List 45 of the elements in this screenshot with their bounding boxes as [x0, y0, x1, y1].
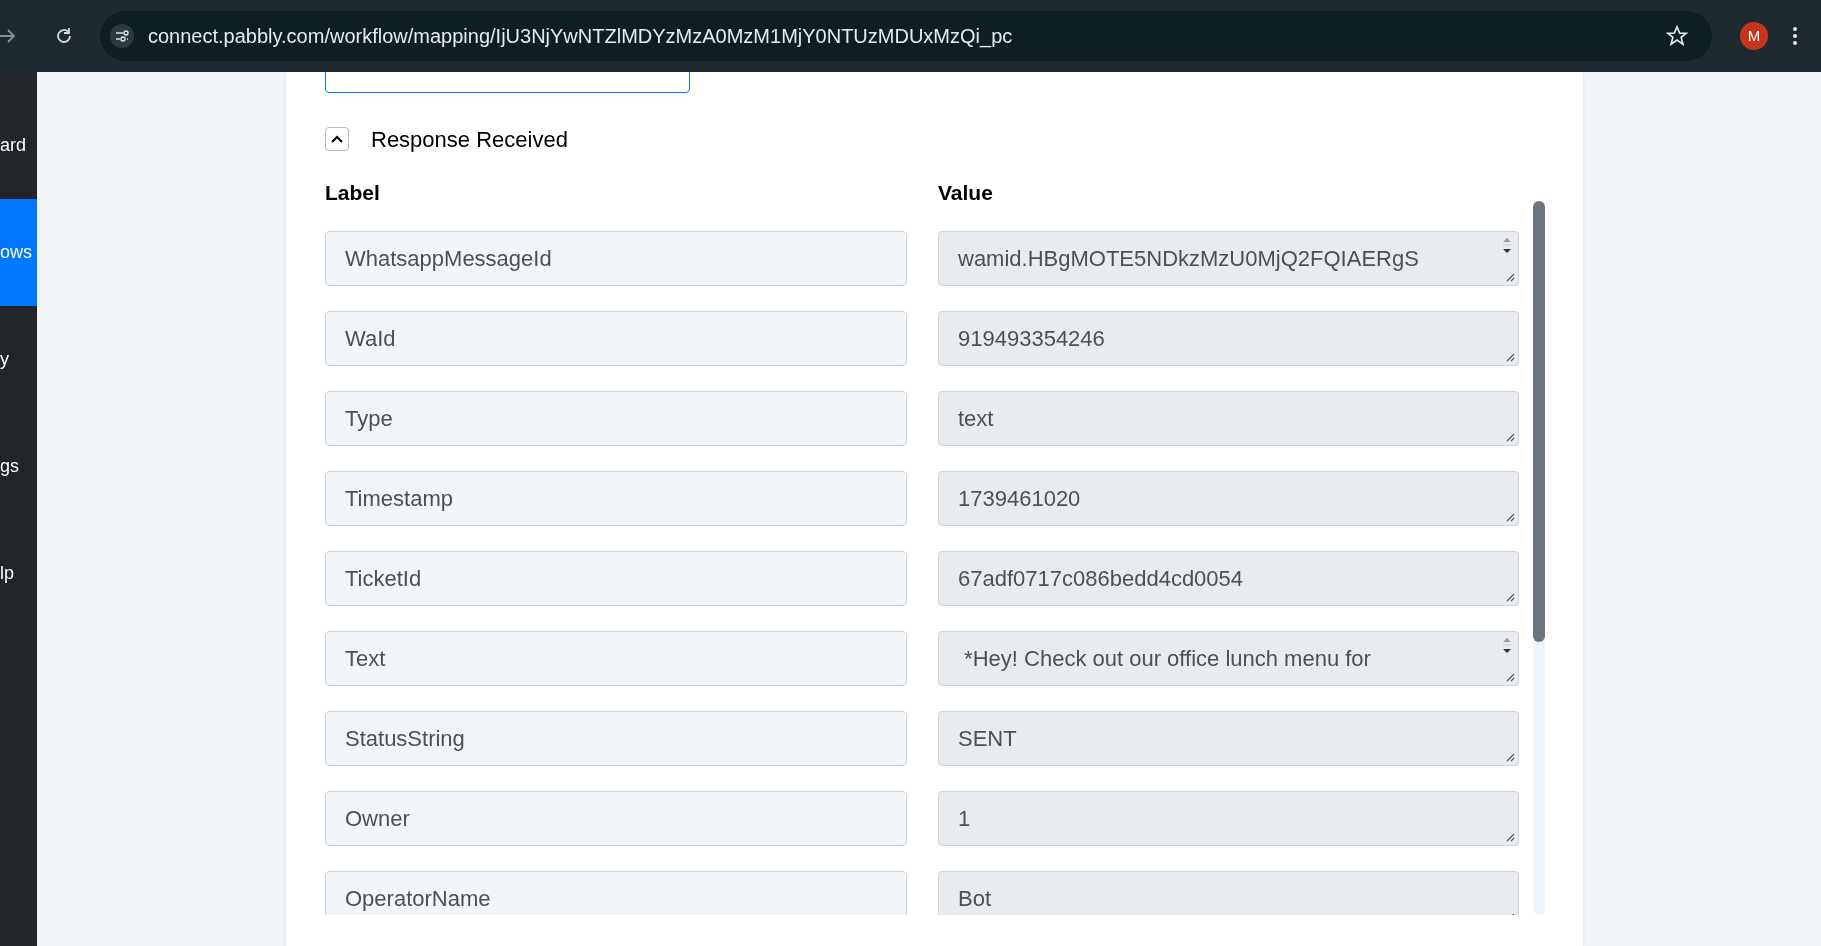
label-field[interactable]: OperatorName: [325, 871, 907, 915]
sidebar-item[interactable]: ows: [0, 199, 37, 306]
url-text: connect.pabbly.com/workflow/mapping/IjU3NjYwNTZlMDYzMzA0MzM1MjY0NTUzMDUxMzQi_pc: [148, 24, 1013, 50]
scrollbar-thumb[interactable]: [1533, 201, 1545, 642]
sidebar-item[interactable]: lp: [0, 520, 37, 627]
section-title: Response Received: [371, 125, 568, 154]
column-header: Value: [938, 180, 993, 201]
profile-avatar[interactable]: M: [1740, 22, 1768, 50]
label-field[interactable]: TicketId: [325, 551, 907, 606]
value-field[interactable]: SENT: [938, 711, 1519, 766]
value-field[interactable]: 919493354246: [938, 311, 1519, 366]
chevron-up-icon: [331, 135, 343, 143]
value-field[interactable]: 1: [938, 791, 1519, 846]
label-field[interactable]: Type: [325, 391, 907, 446]
sidebar-item[interactable]: gs: [0, 413, 37, 520]
sidebar-item[interactable]: ard: [0, 92, 37, 199]
sidebar-item[interactable]: y: [0, 306, 37, 413]
value-field[interactable]: wamid.HBgMOTE5NDkzMzU0MjQ2FQIAERgS: [938, 231, 1519, 286]
label-field[interactable]: WhatsappMessageId: [325, 231, 907, 286]
bookmark-star-icon[interactable]: [1666, 25, 1688, 47]
resize-grip-icon[interactable]: [1505, 432, 1515, 442]
resize-grip-icon[interactable]: [1505, 752, 1515, 762]
forward-arrow-icon[interactable]: [0, 28, 16, 44]
resize-grip-icon[interactable]: [1505, 272, 1515, 282]
label-field[interactable]: WaId: [325, 311, 907, 366]
collapse-toggle[interactable]: [325, 127, 349, 151]
resize-grip-icon[interactable]: [1505, 672, 1515, 682]
label-field[interactable]: Timestamp: [325, 471, 907, 526]
resize-grip-icon[interactable]: [1505, 592, 1515, 602]
label-field[interactable]: StatusString: [325, 711, 907, 766]
site-settings-icon[interactable]: [110, 24, 134, 48]
value-field[interactable]: text: [938, 391, 1519, 446]
value-field[interactable]: Bot: [938, 871, 1519, 915]
column-header: Label: [325, 180, 381, 201]
address-bar[interactable]: connect.pabbly.com/workflow/mapping/IjU3NjYwNTZlMDYzMzA0MzM1MjY0NTUzMDUxMzQi_pc: [100, 11, 1712, 61]
menu-icon[interactable]: [1792, 26, 1798, 46]
label-field[interactable]: Text: [325, 631, 907, 686]
resize-grip-icon[interactable]: [1505, 832, 1515, 842]
value-field[interactable]: 1739461020: [938, 471, 1519, 526]
value-field[interactable]: 67adf0717c086bedd4cd0054: [938, 551, 1519, 606]
resize-grip-icon[interactable]: [1505, 352, 1515, 362]
reload-icon[interactable]: [54, 26, 74, 46]
value-field[interactable]: *Hey! Check out our office lunch menu for: [938, 631, 1519, 686]
label-field[interactable]: Owner: [325, 791, 907, 846]
resize-grip-icon[interactable]: [1505, 512, 1515, 522]
